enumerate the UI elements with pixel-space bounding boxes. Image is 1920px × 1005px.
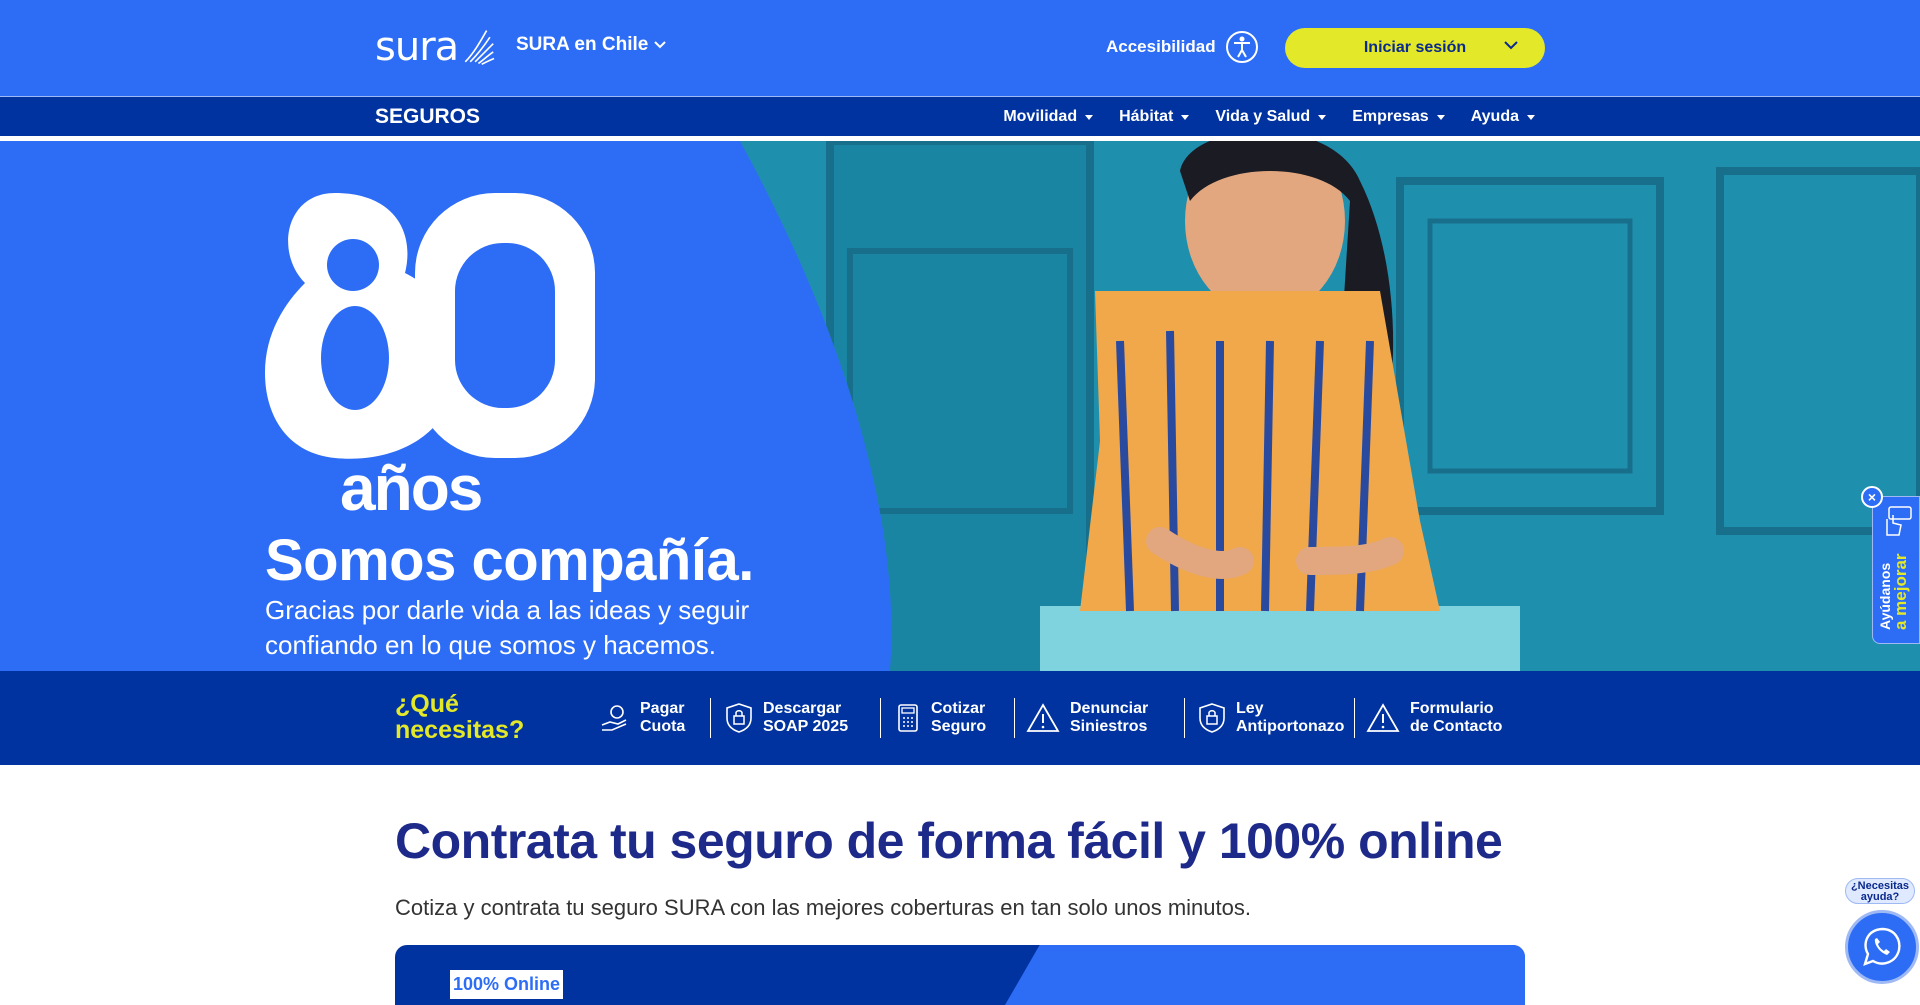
action-label: Pagar Cuota (640, 700, 686, 735)
action-label: Cotizar Seguro (931, 700, 987, 735)
warning-icon (1026, 703, 1060, 732)
nav-title: SEGUROS (375, 105, 481, 128)
action-denunciar-siniestros[interactable]: Denunciar Siniestros (1026, 671, 1148, 765)
section-subtitle: Cotiza y contrata tu seguro SURA con las… (395, 895, 1251, 920)
hero-years: años (340, 452, 483, 524)
eighty-logo (265, 193, 595, 459)
action-descargar-soap[interactable]: Descargar SOAP 2025 (725, 671, 848, 765)
caret-down-icon (1085, 114, 1094, 120)
caret-down-icon (1436, 114, 1445, 120)
action-label: Denunciar Siniestros (1070, 700, 1149, 735)
quick-question-line1: ¿Qué (395, 690, 459, 718)
action-separator (1354, 698, 1355, 738)
feedback-close-button[interactable]: × (1861, 486, 1883, 508)
action-separator (1184, 698, 1185, 738)
shield-lock-icon (726, 703, 752, 733)
login-label: Iniciar sesión (1363, 39, 1467, 56)
accessibility-icon[interactable] (1226, 31, 1258, 63)
logo-text: sura (375, 24, 459, 70)
nav-item-habitat[interactable]: Hábitat (1119, 108, 1190, 126)
action-pagar-cuota[interactable]: Pagar Cuota (600, 671, 685, 765)
chevron-down-icon (1504, 41, 1518, 50)
promo-accent (1005, 945, 1525, 1005)
nav-item-label: Ayuda (1470, 108, 1519, 125)
promo-card[interactable]: 100% Online (395, 945, 1525, 1005)
sura-logo[interactable]: sura (375, 24, 495, 70)
login-button[interactable]: Iniciar sesión (1285, 28, 1545, 68)
help-bubble[interactable]: ¿Necesitas ayuda? (1845, 878, 1915, 904)
feedback-line2: a mejorar (1891, 553, 1910, 630)
action-separator (710, 698, 711, 738)
action-label: Descargar SOAP 2025 (763, 700, 849, 735)
whatsapp-icon (1863, 927, 1901, 966)
nav-item-label: Empresas (1352, 108, 1429, 125)
quick-actions-bar: ¿Qué necesitas? Pagar Cuota Descargar SO… (0, 671, 1920, 765)
feedback-label: Ayúdanos a mejorar (1877, 553, 1910, 630)
section-title: Contrata tu seguro de forma fácil y 100%… (395, 813, 1503, 869)
caret-down-icon (1318, 114, 1327, 120)
action-label: Ley Antiportonazo (1236, 700, 1345, 735)
hero-banner: años Somos compañía. Gracias por darle v… (0, 141, 1920, 671)
accessibility-link[interactable]: Accesibilidad (1106, 37, 1216, 57)
nav-item-label: Vida y Salud (1215, 108, 1311, 125)
help-bubble-line2: ayuda? (1860, 891, 1900, 903)
country-label: SURA en Chile (516, 34, 649, 55)
action-label: Formulario de Contacto (1410, 700, 1503, 735)
action-separator (1014, 698, 1015, 738)
action-cotizar-seguro[interactable]: Cotizar Seguro (895, 671, 986, 765)
main-nav: SEGUROS Movilidad Hábitat Vida y Salud E… (0, 96, 1920, 136)
nav-item-label: Movilidad (1003, 108, 1078, 125)
hero-subtitle: Gracias por darle vida a las ideas y seg… (265, 595, 750, 660)
caret-down-icon (1527, 114, 1535, 120)
touch-hand-icon (1886, 506, 1912, 536)
nav-item-empresas[interactable]: Empresas (1352, 108, 1445, 126)
calculator-icon (898, 704, 918, 732)
action-formulario-contacto[interactable]: Formulario de Contacto (1366, 671, 1502, 765)
quick-question-line2: necesitas? (395, 716, 525, 744)
nav-item-label: Hábitat (1119, 108, 1174, 125)
action-ley-antiportonazo[interactable]: Ley Antiportonazo (1198, 671, 1344, 765)
nav-item-movilidad[interactable]: Movilidad (1003, 108, 1094, 126)
action-separator (880, 698, 881, 738)
caret-down-icon (1181, 114, 1190, 120)
nav-item-vida-salud[interactable]: Vida y Salud (1215, 108, 1327, 126)
promo-badge: 100% Online (450, 970, 564, 999)
chevron-down-icon (654, 41, 667, 49)
nav-item-ayuda[interactable]: Ayuda (1471, 108, 1535, 126)
hero-title: Somos compañía. (265, 528, 754, 593)
top-header: sura SURA en Chile Accesibilidad Iniciar… (0, 0, 1920, 96)
warning-icon (1366, 703, 1400, 732)
hand-coin-icon (601, 705, 627, 731)
country-selector[interactable]: SURA en Chile (516, 34, 667, 56)
shield-lock-icon (1199, 703, 1225, 733)
wings-icon (464, 30, 495, 65)
quick-question: ¿Qué necesitas? (395, 691, 524, 743)
whatsapp-button[interactable] (1845, 910, 1919, 984)
